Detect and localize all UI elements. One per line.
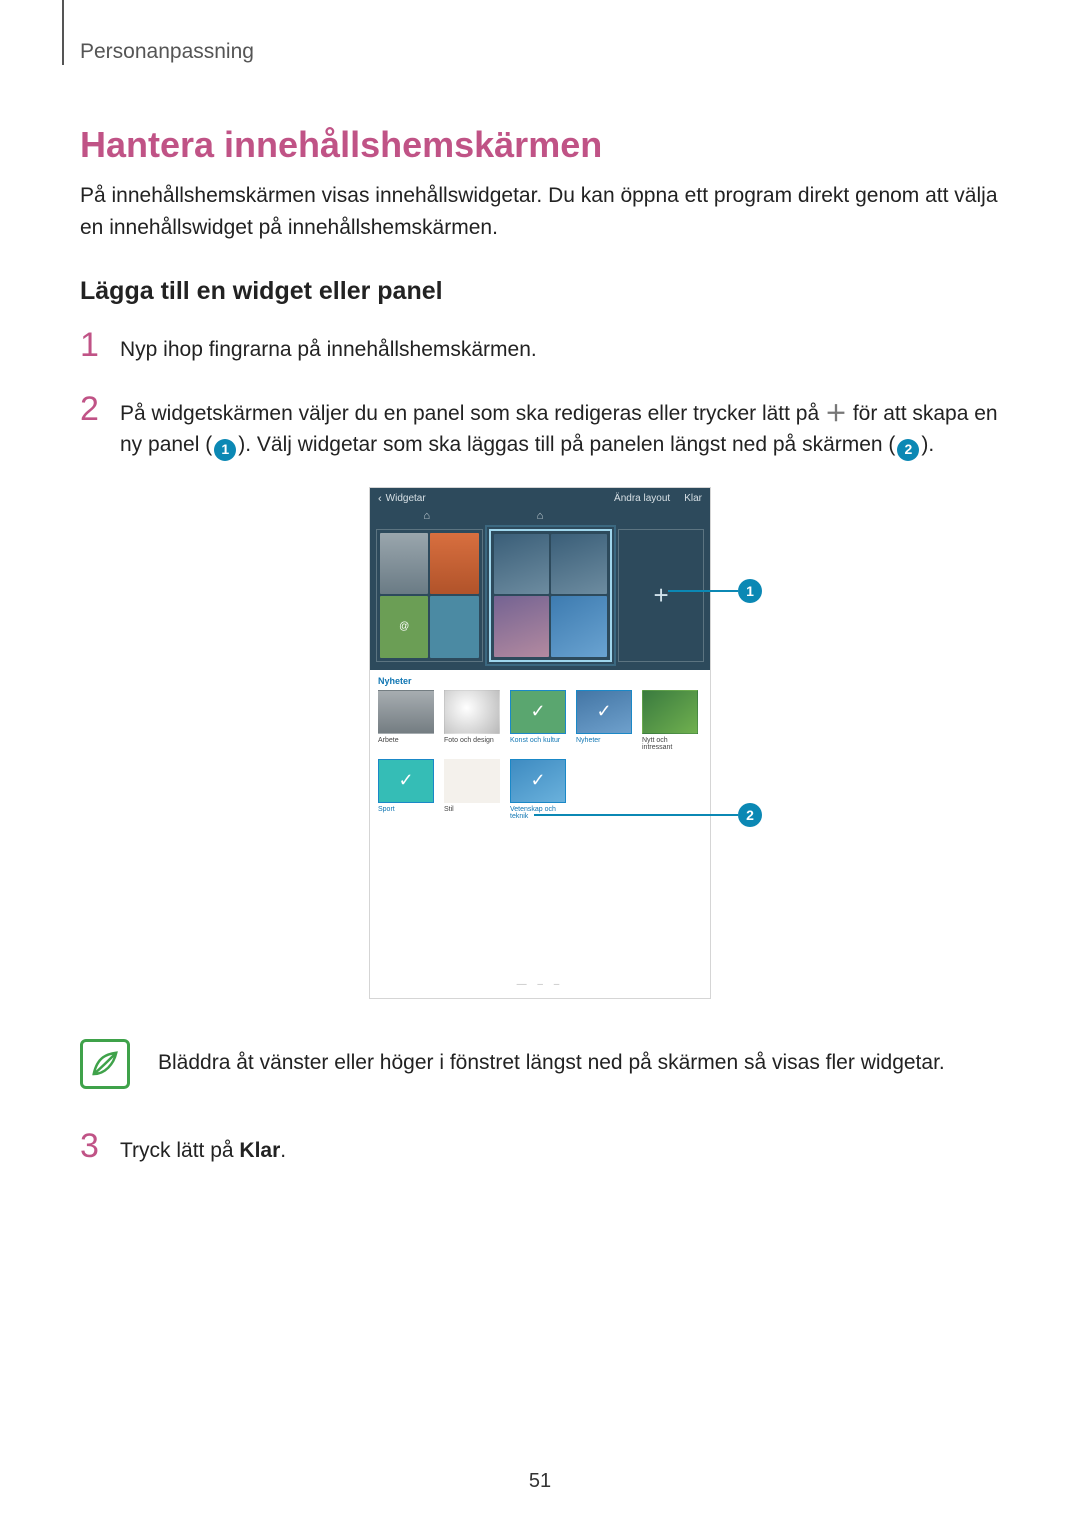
step-1: 1 Nyp ihop fingrarna på innehållshemskär… xyxy=(80,328,1000,366)
callout-1-badge: 1 xyxy=(738,579,762,603)
device-title: Widgetar xyxy=(386,493,600,504)
intro-paragraph: På innehållshemskärmen visas innehållswi… xyxy=(80,180,1000,243)
breadcrumb: Personanpassning xyxy=(80,40,1000,64)
page-number: 51 xyxy=(0,1470,1080,1493)
widget-item: Arbete xyxy=(378,690,434,753)
page-title: Hantera innehållshemskärmen xyxy=(80,124,1000,166)
panel-1: @ xyxy=(376,529,483,662)
widget-item: Foto och design xyxy=(444,690,500,753)
callout-1: 1 xyxy=(668,579,762,603)
pager-dots: — – – xyxy=(378,971,702,998)
step-2-number: 2 xyxy=(80,392,120,426)
step-1-text: Nyp ihop fingrarna på innehållshemskärme… xyxy=(120,328,537,366)
section-heading: Lägga till en widget eller panel xyxy=(80,277,1000,306)
device-action-done: Klar xyxy=(684,493,702,504)
device-screenshot: ‹ Widgetar Ändra layout Klar ⌂ ⌂ @ xyxy=(369,487,711,999)
note-block: Bläddra åt vänster eller höger i fönstre… xyxy=(80,1039,1000,1089)
home-icon: ⌂ xyxy=(370,510,483,525)
widget-category: Nyheter xyxy=(378,676,702,686)
step-3-text: Tryck lätt på Klar. xyxy=(120,1129,286,1167)
note-text: Bläddra åt vänster eller höger i fönstre… xyxy=(158,1039,945,1079)
panel-2-selected xyxy=(489,529,612,662)
widget-item: ✓Nyheter xyxy=(576,690,632,753)
device-home-row: ⌂ ⌂ xyxy=(370,510,710,525)
widget-item: ✓Sport xyxy=(378,759,434,822)
badge-2-inline: 2 xyxy=(897,439,919,461)
badge-1-inline: 1 xyxy=(214,439,236,461)
device-header: ‹ Widgetar Ändra layout Klar xyxy=(370,488,710,510)
step-1-number: 1 xyxy=(80,328,120,362)
step-2: 2 På widgetskärmen väljer du en panel so… xyxy=(80,392,1000,461)
back-icon: ‹ xyxy=(378,493,382,505)
callout-2-badge: 2 xyxy=(738,803,762,827)
plus-icon: ＋ xyxy=(825,403,847,425)
callout-2: 2 xyxy=(534,803,762,827)
note-icon xyxy=(80,1039,130,1089)
widget-item: ✓Konst och kultur xyxy=(510,690,566,753)
step-3-number: 3 xyxy=(80,1129,120,1163)
widget-item: Nytt och intressant xyxy=(642,690,698,753)
step-2-text: På widgetskärmen väljer du en panel som … xyxy=(120,392,1000,461)
widget-item: Stil xyxy=(444,759,500,822)
home-outline-icon: ⌂ xyxy=(483,510,596,525)
margin-rule xyxy=(62,0,64,65)
step-3: 3 Tryck lätt på Klar. xyxy=(80,1129,1000,1167)
device-action-layout: Ändra layout xyxy=(614,493,670,504)
plus-icon: + xyxy=(653,580,668,611)
figure: ‹ Widgetar Ändra layout Klar ⌂ ⌂ @ xyxy=(80,487,1000,999)
